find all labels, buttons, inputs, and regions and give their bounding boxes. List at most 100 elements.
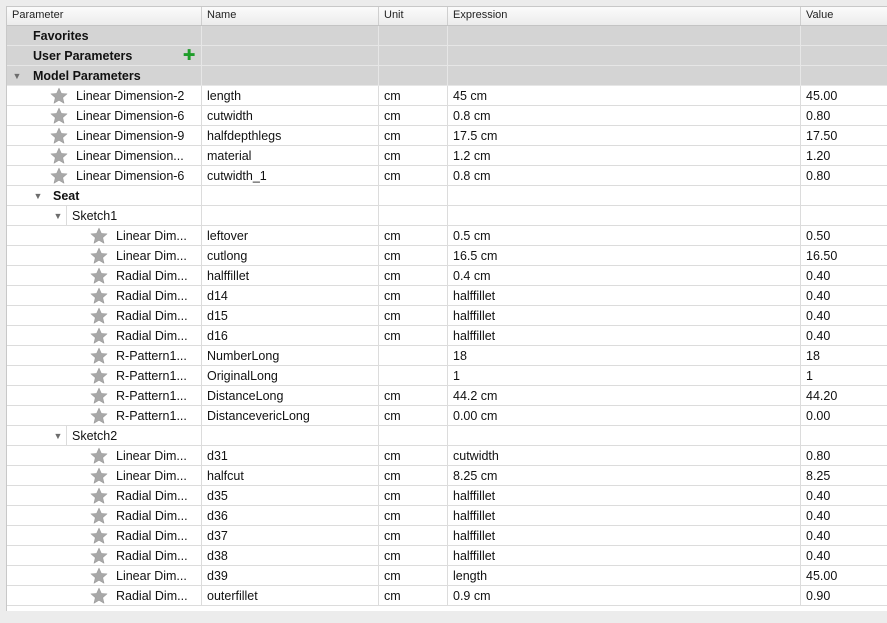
- unit-cell[interactable]: cm: [379, 86, 448, 106]
- name-cell[interactable]: halfcut: [202, 466, 379, 486]
- star-icon[interactable]: [90, 487, 108, 505]
- expression-cell[interactable]: halffillet: [448, 306, 801, 326]
- table-row[interactable]: Radial Dim... d36 cm halffillet 0.40: [7, 506, 887, 526]
- column-header-parameter[interactable]: Parameter: [7, 7, 202, 25]
- star-icon[interactable]: [90, 467, 108, 485]
- disclosure-triangle-icon[interactable]: ▼: [11, 66, 23, 85]
- expression-cell[interactable]: 0.4 cm: [448, 266, 801, 286]
- expression-cell[interactable]: 16.5 cm: [448, 246, 801, 266]
- expression-cell[interactable]: 0.00 cm: [448, 406, 801, 426]
- expression-cell[interactable]: 0.8 cm: [448, 106, 801, 126]
- unit-cell[interactable]: cm: [379, 406, 448, 426]
- star-icon[interactable]: [90, 307, 108, 325]
- table-row[interactable]: Linear Dimension-6 cutwidth cm 0.8 cm 0.80: [7, 106, 887, 126]
- name-cell[interactable]: NumberLong: [202, 346, 379, 366]
- name-cell[interactable]: outerfillet: [202, 586, 379, 606]
- star-icon[interactable]: [90, 227, 108, 245]
- star-icon[interactable]: [90, 387, 108, 405]
- unit-cell[interactable]: cm: [379, 166, 448, 186]
- name-cell[interactable]: d35: [202, 486, 379, 506]
- name-cell[interactable]: d37: [202, 526, 379, 546]
- star-icon[interactable]: [90, 247, 108, 265]
- sketch-row-sketch2[interactable]: ▼ Sketch2: [7, 426, 887, 446]
- expression-cell[interactable]: halffillet: [448, 506, 801, 526]
- name-cell[interactable]: d14: [202, 286, 379, 306]
- unit-cell[interactable]: cm: [379, 466, 448, 486]
- unit-cell[interactable]: cm: [379, 286, 448, 306]
- star-icon[interactable]: [90, 547, 108, 565]
- name-cell[interactable]: cutlong: [202, 246, 379, 266]
- expression-cell[interactable]: halffillet: [448, 286, 801, 306]
- name-cell[interactable]: material: [202, 146, 379, 166]
- unit-cell[interactable]: cm: [379, 146, 448, 166]
- group-row-user-parameters[interactable]: User Parameters ✚: [7, 46, 887, 66]
- column-header-expression[interactable]: Expression: [448, 7, 801, 25]
- unit-cell[interactable]: cm: [379, 566, 448, 586]
- table-row[interactable]: Radial Dim... d16 cm halffillet 0.40: [7, 326, 887, 346]
- expression-cell[interactable]: 8.25 cm: [448, 466, 801, 486]
- expression-cell[interactable]: halffillet: [448, 326, 801, 346]
- unit-cell[interactable]: [379, 346, 448, 366]
- table-row[interactable]: Linear Dimension-6 cutwidth_1 cm 0.8 cm 0.80: [7, 166, 887, 186]
- expression-cell[interactable]: 0.5 cm: [448, 226, 801, 246]
- expression-cell[interactable]: 0.9 cm: [448, 586, 801, 606]
- name-cell[interactable]: d36: [202, 506, 379, 526]
- table-row[interactable]: Linear Dim... cutlong cm 16.5 cm 16.50: [7, 246, 887, 266]
- unit-cell[interactable]: cm: [379, 126, 448, 146]
- name-cell[interactable]: DistancevericLong: [202, 406, 379, 426]
- table-row[interactable]: R-Pattern1... DistanceLong cm 44.2 cm 44.20: [7, 386, 887, 406]
- unit-cell[interactable]: cm: [379, 266, 448, 286]
- disclosure-triangle-icon[interactable]: ▼: [32, 186, 44, 205]
- sketch-row-sketch1[interactable]: ▼ Sketch1: [7, 206, 887, 226]
- unit-cell[interactable]: cm: [379, 386, 448, 406]
- table-row[interactable]: R-Pattern1... OriginalLong 1 1: [7, 366, 887, 386]
- star-icon[interactable]: [90, 327, 108, 345]
- table-row[interactable]: Radial Dim... d35 cm halffillet 0.40: [7, 486, 887, 506]
- star-icon[interactable]: [90, 567, 108, 585]
- table-row[interactable]: Radial Dim... outerfillet cm 0.9 cm 0.90: [7, 586, 887, 606]
- name-cell[interactable]: cutwidth: [202, 106, 379, 126]
- table-row[interactable]: Linear Dim... d39 cm length 45.00: [7, 566, 887, 586]
- table-row[interactable]: R-Pattern1... NumberLong 18 18: [7, 346, 887, 366]
- star-icon[interactable]: [90, 267, 108, 285]
- star-icon[interactable]: [90, 407, 108, 425]
- table-row[interactable]: Radial Dim... d14 cm halffillet 0.40: [7, 286, 887, 306]
- disclosure-triangle-icon[interactable]: ▼: [52, 426, 64, 445]
- expression-cell[interactable]: length: [448, 566, 801, 586]
- unit-cell[interactable]: cm: [379, 326, 448, 346]
- unit-cell[interactable]: cm: [379, 246, 448, 266]
- plus-icon[interactable]: ✚: [181, 47, 197, 65]
- table-row[interactable]: Linear Dim... leftover cm 0.5 cm 0.50: [7, 226, 887, 246]
- star-icon[interactable]: [50, 107, 68, 125]
- unit-cell[interactable]: cm: [379, 546, 448, 566]
- component-row-seat[interactable]: ▼ Seat: [7, 186, 887, 206]
- table-row[interactable]: Radial Dim... d15 cm halffillet 0.40: [7, 306, 887, 326]
- table-row[interactable]: Radial Dim... halffillet cm 0.4 cm 0.40: [7, 266, 887, 286]
- name-cell[interactable]: DistanceLong: [202, 386, 379, 406]
- table-row[interactable]: Radial Dim... d38 cm halffillet 0.40: [7, 546, 887, 566]
- expression-cell[interactable]: 1.2 cm: [448, 146, 801, 166]
- star-icon[interactable]: [90, 287, 108, 305]
- column-header-name[interactable]: Name: [202, 7, 379, 25]
- star-icon[interactable]: [90, 447, 108, 465]
- expression-cell[interactable]: halffillet: [448, 526, 801, 546]
- star-icon[interactable]: [90, 367, 108, 385]
- expression-cell[interactable]: cutwidth: [448, 446, 801, 466]
- star-icon[interactable]: [50, 167, 68, 185]
- unit-cell[interactable]: cm: [379, 506, 448, 526]
- name-cell[interactable]: leftover: [202, 226, 379, 246]
- name-cell[interactable]: d15: [202, 306, 379, 326]
- name-cell[interactable]: OriginalLong: [202, 366, 379, 386]
- expression-cell[interactable]: 1: [448, 366, 801, 386]
- expression-cell[interactable]: 45 cm: [448, 86, 801, 106]
- unit-cell[interactable]: cm: [379, 306, 448, 326]
- group-row-model-parameters[interactable]: ▼ Model Parameters: [7, 66, 887, 86]
- group-row-favorites[interactable]: Favorites: [7, 26, 887, 46]
- expression-cell[interactable]: 44.2 cm: [448, 386, 801, 406]
- star-icon[interactable]: [90, 347, 108, 365]
- column-header-unit[interactable]: Unit: [379, 7, 448, 25]
- star-icon[interactable]: [90, 527, 108, 545]
- star-icon[interactable]: [50, 87, 68, 105]
- expression-cell[interactable]: 0.8 cm: [448, 166, 801, 186]
- name-cell[interactable]: d16: [202, 326, 379, 346]
